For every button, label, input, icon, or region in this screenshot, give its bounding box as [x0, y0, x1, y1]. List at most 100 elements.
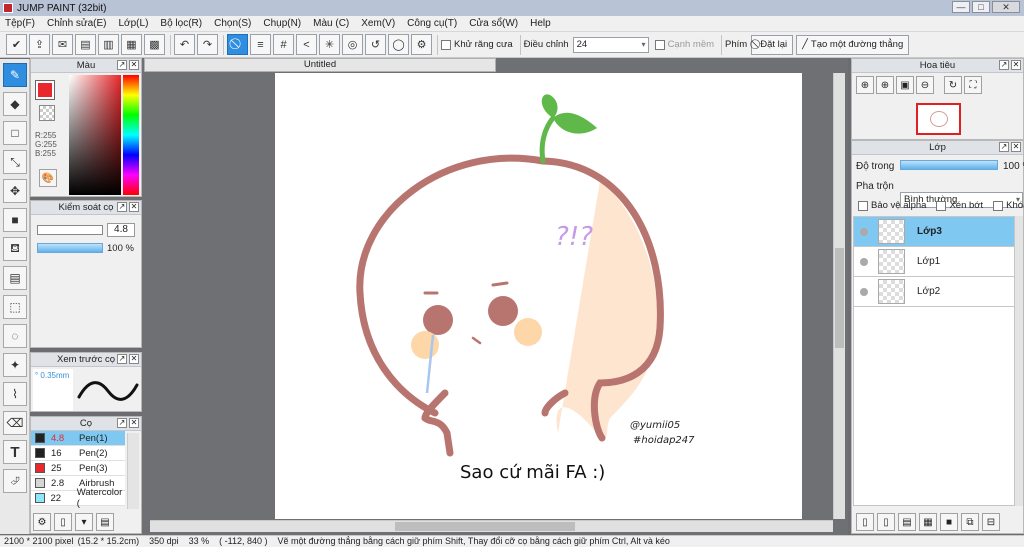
fullscreen-icon[interactable]: ⛶ — [964, 76, 982, 94]
hue-slider[interactable] — [123, 75, 139, 195]
close-icon[interactable]: ✕ — [129, 60, 139, 70]
perspective-icon[interactable]: < — [296, 34, 317, 55]
lasso-tool-icon[interactable]: ◌ — [3, 324, 27, 348]
halftone-layer-icon[interactable]: ▦ — [919, 513, 937, 531]
text-tool-icon[interactable]: T — [3, 440, 27, 464]
vertical-scrollbar[interactable] — [833, 73, 845, 519]
redo-icon[interactable]: ↷ — [197, 34, 218, 55]
brush-copy-icon[interactable]: ▤ — [96, 513, 114, 531]
rect-tool-icon[interactable]: □ — [3, 121, 27, 145]
fill-rect-tool-icon[interactable]: ■ — [3, 208, 27, 232]
transparent-swatch[interactable] — [39, 105, 55, 121]
parallel-lines-icon[interactable]: ≡ — [250, 34, 271, 55]
pages-icon[interactable]: ▦ — [121, 34, 142, 55]
line-tool-icon[interactable]: ⤡ — [3, 150, 27, 174]
drawing-canvas[interactable]: ?!? Sao cứ mãi FA :) @yumii05 #hoidap247 — [275, 73, 802, 519]
palette-icon[interactable]: 🎨 — [39, 169, 57, 187]
layer-row[interactable]: Lớp1 — [854, 247, 1014, 277]
no-snap-icon[interactable]: ⃠ — [227, 34, 248, 55]
new-layer-from-icon[interactable]: ▯ — [877, 513, 895, 531]
select-eraser-tool-icon[interactable]: ⌫ — [3, 411, 27, 435]
merge-down-icon[interactable]: ⧉ — [961, 513, 979, 531]
antialias-checkbox[interactable] — [441, 39, 451, 50]
protect-alpha-checkbox[interactable] — [858, 200, 868, 211]
float-icon[interactable]: ↗ — [117, 202, 127, 212]
document-tab[interactable]: Untitled — [144, 58, 496, 72]
rotate-icon[interactable]: ↻ — [944, 76, 962, 94]
menu-capture[interactable]: Chụp(N) — [263, 18, 301, 29]
clip-checkbox[interactable] — [936, 200, 947, 211]
magic-wand-tool-icon[interactable]: ✦ — [3, 353, 27, 377]
comment-icon[interactable]: ▤ — [75, 34, 96, 55]
brush-menu-icon[interactable]: ▾ — [75, 513, 93, 531]
menu-filter[interactable]: Bộ lọc(R) — [160, 18, 202, 29]
concentric-icon[interactable]: ◎ — [342, 34, 363, 55]
new-brush-icon[interactable]: ▯ — [54, 513, 72, 531]
menu-select[interactable]: Chọn(S) — [214, 18, 251, 29]
cloud-icon[interactable]: ✔ — [6, 34, 27, 55]
float-icon[interactable]: ↗ — [117, 354, 127, 364]
delete-layer-icon[interactable]: ⊟ — [982, 513, 1000, 531]
adjust-select[interactable]: 24 — [572, 36, 649, 53]
maximize-button[interactable]: □ — [972, 1, 990, 13]
grid-snap-icon[interactable]: # — [273, 34, 294, 55]
zoom-actual-icon[interactable]: ▣ — [896, 76, 914, 94]
float-icon[interactable]: ↗ — [999, 60, 1009, 70]
folder-icon[interactable]: ■ — [940, 513, 958, 531]
brush-size-slider[interactable] — [37, 225, 103, 235]
menu-color[interactable]: Màu (C) — [313, 18, 349, 29]
layer-opacity-slider[interactable] — [900, 160, 998, 170]
brush-settings-icon[interactable]: ⚙ — [33, 513, 51, 531]
navigator-thumbnail[interactable] — [916, 103, 961, 135]
radial-icon[interactable]: ✳ — [319, 34, 340, 55]
primary-color-swatch[interactable] — [35, 80, 55, 100]
brush-item[interactable]: 16 Pen(2) — [31, 446, 125, 461]
duplicate-layer-icon[interactable]: ▤ — [898, 513, 916, 531]
gradient-tool-icon[interactable]: ▤ — [3, 266, 27, 290]
brush-list-scrollbar[interactable] — [127, 433, 139, 509]
eraser-tool-icon[interactable]: ◆ — [3, 92, 27, 116]
minimize-button[interactable]: — — [952, 1, 970, 13]
bucket-tool-icon[interactable]: ⛾ — [3, 237, 27, 261]
brush-opacity-slider[interactable] — [37, 243, 103, 253]
close-button[interactable]: ✕ — [992, 1, 1020, 13]
snap-settings-icon[interactable]: ⚙ — [411, 34, 432, 55]
export-icon[interactable]: ⇪ — [29, 34, 50, 55]
layer-row[interactable]: Lớp3 — [854, 217, 1014, 247]
menu-tools[interactable]: Công cụ(T) — [407, 18, 457, 29]
brush-item[interactable]: 22 Watercolor ( — [31, 487, 125, 509]
select-tool-icon[interactable]: ⬚ — [3, 295, 27, 319]
close-icon[interactable]: ✕ — [1011, 60, 1021, 70]
zoom-in-icon[interactable]: ⊕ — [876, 76, 894, 94]
chat-icon[interactable]: ✉ — [52, 34, 73, 55]
brush-item[interactable]: 25 Pen(3) — [31, 461, 125, 476]
brush-item[interactable]: 4.8 Pen(1) — [31, 431, 125, 446]
pen-tool-icon[interactable]: ✎ — [3, 63, 27, 87]
reset-button[interactable]: ⃠Đặt lại — [751, 34, 794, 55]
menu-window[interactable]: Cửa sổ(W) — [469, 18, 518, 29]
layer-row[interactable]: Lớp2 — [854, 277, 1014, 307]
zoom-fit-icon[interactable]: ⊕ — [856, 76, 874, 94]
close-icon[interactable]: ✕ — [129, 418, 139, 428]
visibility-icon[interactable] — [860, 227, 868, 236]
lock-checkbox[interactable] — [993, 200, 1004, 211]
layer-list-scrollbar[interactable] — [1015, 216, 1023, 506]
float-icon[interactable]: ↗ — [999, 142, 1009, 152]
menu-edit[interactable]: Chỉnh sửa(E) — [47, 18, 107, 29]
float-icon[interactable]: ↗ — [117, 418, 127, 428]
circle-snap-icon[interactable]: ◯ — [388, 34, 409, 55]
close-icon[interactable]: ✕ — [129, 202, 139, 212]
straight-line-button[interactable]: ╱ Tạo một đường thẳng — [796, 34, 910, 55]
menu-layer[interactable]: Lớp(L) — [119, 18, 149, 29]
menu-help[interactable]: Help — [530, 18, 551, 29]
new-layer-icon[interactable]: ▯ — [856, 513, 874, 531]
pointer-tool-icon[interactable]: ⮰ — [3, 469, 27, 493]
page-icon[interactable]: ▥ — [98, 34, 119, 55]
grid-layout-icon[interactable]: ▩ — [144, 34, 165, 55]
close-icon[interactable]: ✕ — [129, 354, 139, 364]
menu-file[interactable]: Tệp(F) — [5, 18, 35, 29]
visibility-icon[interactable] — [860, 287, 868, 296]
select-pen-tool-icon[interactable]: ⌇ — [3, 382, 27, 406]
horizontal-scrollbar[interactable] — [150, 520, 833, 532]
curve-snap-icon[interactable]: ↺ — [365, 34, 386, 55]
